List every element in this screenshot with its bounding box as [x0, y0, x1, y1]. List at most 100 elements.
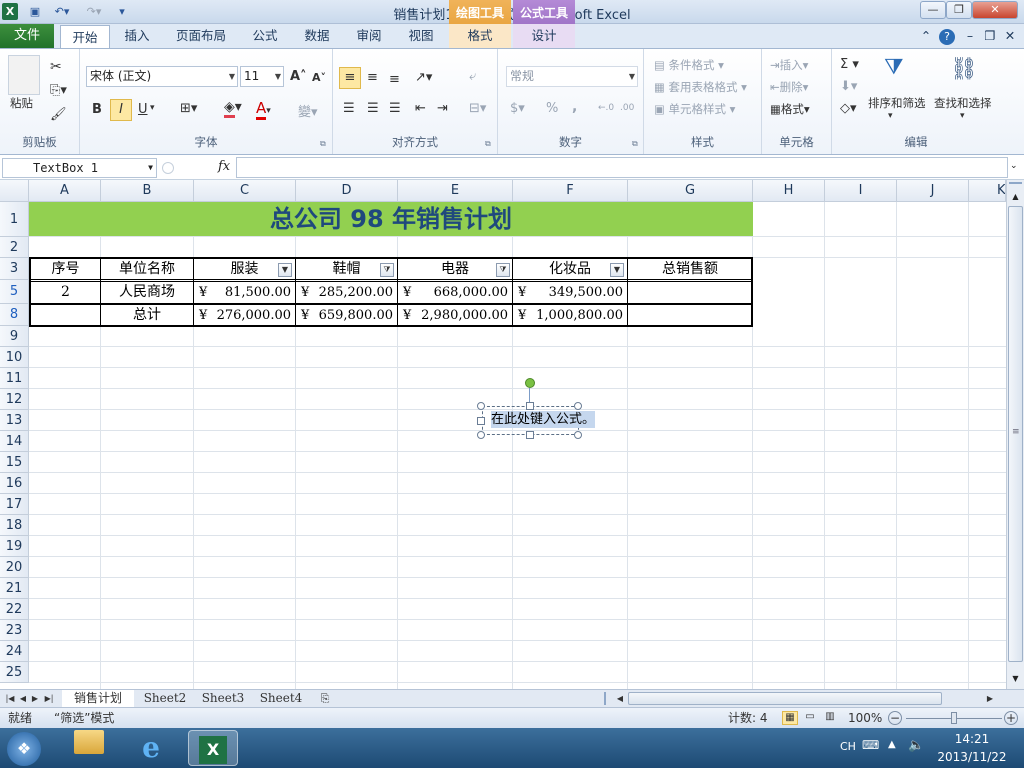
- tab-file[interactable]: 文件: [0, 24, 54, 48]
- insert-function-button[interactable]: fx: [218, 159, 230, 174]
- scroll-right-icon[interactable]: ▶: [984, 690, 996, 707]
- prev-sheet-icon[interactable]: ◀: [18, 690, 28, 707]
- header-total-sales[interactable]: 总销售额: [628, 259, 752, 279]
- scroll-down-icon[interactable]: ▼: [1009, 674, 1022, 683]
- number-dialog-launcher-icon[interactable]: ⧉: [632, 139, 638, 149]
- tab-review[interactable]: 审阅: [346, 24, 392, 48]
- tab-home[interactable]: 开始: [60, 25, 110, 49]
- row-header-14[interactable]: 14: [0, 431, 29, 452]
- resize-handle-icon[interactable]: [574, 431, 582, 439]
- row-header-17[interactable]: 17: [0, 494, 29, 515]
- row-header-3[interactable]: 3: [0, 258, 29, 280]
- bold-button[interactable]: B: [92, 102, 102, 117]
- first-sheet-icon[interactable]: |◀: [4, 690, 16, 707]
- workbook-close-icon[interactable]: ✕: [1002, 24, 1018, 48]
- row-header-10[interactable]: 10: [0, 347, 29, 368]
- orientation-icon[interactable]: ↗▾: [415, 70, 432, 85]
- find-select-dropdown-icon[interactable]: ▾: [960, 111, 965, 121]
- row-header-15[interactable]: 15: [0, 452, 29, 473]
- row-header-1[interactable]: 1: [0, 202, 29, 237]
- clear-icon[interactable]: ◇▾: [840, 101, 857, 116]
- cell-styles-button[interactable]: ▣ 单元格样式 ▾: [654, 101, 735, 117]
- restore-button[interactable]: ❐: [946, 1, 972, 19]
- zoom-in-icon[interactable]: +: [1004, 711, 1018, 725]
- shrink-font-icon[interactable]: A˅: [312, 71, 326, 84]
- zoom-level[interactable]: 100%: [848, 708, 882, 728]
- header-unit-name[interactable]: 单位名称: [101, 259, 193, 279]
- clock-date[interactable]: 2013/11/22: [932, 750, 1012, 764]
- clock-time[interactable]: 14:21: [944, 732, 1000, 746]
- cut-icon[interactable]: ✂: [50, 59, 62, 75]
- header-seq[interactable]: 序号: [31, 259, 100, 279]
- column-header-a[interactable]: A: [29, 180, 101, 202]
- tab-data[interactable]: 数据: [294, 24, 340, 48]
- name-box-dropdown-icon[interactable]: ▼: [148, 159, 153, 177]
- split-box-icon[interactable]: [1009, 182, 1022, 190]
- merge-center-icon[interactable]: ⊟▾: [469, 101, 486, 116]
- cell-f8[interactable]: ¥1,000,800.00: [513, 305, 627, 326]
- tab-format[interactable]: 格式: [449, 24, 511, 48]
- cell-a5[interactable]: 2: [31, 282, 100, 303]
- find-select-icon[interactable]: ⛓: [950, 57, 978, 87]
- next-sheet-icon[interactable]: ▶: [30, 690, 40, 707]
- paste-button[interactable]: 粘贴: [10, 95, 33, 111]
- cell-e8[interactable]: ¥2,980,000.00: [398, 305, 512, 326]
- accounting-format-icon[interactable]: $▾: [510, 101, 525, 116]
- expand-formula-bar-icon[interactable]: ⌄: [1010, 161, 1018, 171]
- vertical-scroll-thumb[interactable]: ≡: [1008, 206, 1023, 662]
- sort-filter-dropdown-icon[interactable]: ▾: [888, 111, 893, 121]
- increase-decimal-icon[interactable]: ←.0: [598, 103, 614, 113]
- horizontal-scroll-thumb[interactable]: [628, 692, 942, 705]
- zoom-out-icon[interactable]: −: [888, 711, 902, 725]
- align-middle-icon[interactable]: ≡: [367, 70, 378, 85]
- column-header-k[interactable]: K: [969, 180, 1006, 202]
- conditional-formatting-button[interactable]: ▤ 条件格式 ▾: [654, 57, 724, 73]
- sheet-tab-sales-plan[interactable]: 销售计划: [62, 690, 134, 707]
- column-header-d[interactable]: D: [296, 180, 398, 202]
- row-header-20[interactable]: 20: [0, 557, 29, 578]
- number-format-select[interactable]: 常规 ▼: [506, 66, 638, 87]
- row-header-12[interactable]: 12: [0, 389, 29, 410]
- normal-view-icon[interactable]: ▦: [782, 711, 798, 725]
- filter-active-appliances-icon[interactable]: ⧩: [496, 263, 510, 277]
- underline-dropdown-icon[interactable]: ▾: [150, 103, 155, 113]
- insert-cells-button[interactable]: ⇥插入▾: [770, 57, 808, 73]
- ie-taskbar-icon[interactable]: e: [126, 730, 176, 766]
- format-painter-icon[interactable]: 🖌: [50, 107, 67, 122]
- align-top-icon[interactable]: ≡: [339, 67, 361, 89]
- delete-cells-button[interactable]: ⇤删除▾: [770, 79, 808, 95]
- insert-sheet-icon[interactable]: ⎘: [314, 690, 336, 707]
- format-as-table-button[interactable]: ▦ 套用表格格式 ▾: [654, 79, 747, 95]
- column-header-f[interactable]: F: [513, 180, 628, 202]
- column-header-b[interactable]: B: [101, 180, 194, 202]
- last-sheet-icon[interactable]: ▶|: [42, 690, 56, 707]
- decrease-decimal-icon[interactable]: .00: [620, 103, 634, 113]
- font-size-select[interactable]: 11 ▼: [240, 66, 284, 87]
- cell-c5[interactable]: ¥81,500.00: [194, 282, 295, 303]
- align-right-icon[interactable]: ☰: [389, 101, 401, 116]
- tab-view[interactable]: 视图: [398, 24, 444, 48]
- align-center-icon[interactable]: ☰: [367, 101, 379, 116]
- find-select-button[interactable]: 查找和选择: [934, 95, 992, 111]
- input-language[interactable]: CH: [840, 740, 856, 753]
- resize-handle-icon[interactable]: [574, 402, 582, 410]
- sort-filter-button[interactable]: 排序和筛选: [868, 95, 926, 111]
- percent-button[interactable]: %: [546, 101, 558, 116]
- row-header-8[interactable]: 8: [0, 304, 29, 326]
- filter-dropdown-clothing-icon[interactable]: ▼: [278, 263, 292, 277]
- tray-expand-icon[interactable]: ▲: [888, 739, 896, 750]
- sheet-tab-sheet3[interactable]: Sheet3: [196, 690, 250, 707]
- select-all-corner[interactable]: [0, 180, 29, 202]
- row-header-23[interactable]: 23: [0, 620, 29, 641]
- row-header-13[interactable]: 13: [0, 410, 29, 431]
- row-header-24[interactable]: 24: [0, 641, 29, 662]
- explorer-taskbar-icon[interactable]: [64, 730, 114, 766]
- alignment-dialog-launcher-icon[interactable]: ⧉: [485, 139, 491, 149]
- underline-button[interactable]: U: [138, 102, 148, 117]
- zoom-slider-thumb[interactable]: [951, 712, 957, 724]
- scroll-up-icon[interactable]: ▲: [1009, 192, 1022, 201]
- row-header-18[interactable]: 18: [0, 515, 29, 536]
- formula-input[interactable]: [236, 157, 1008, 178]
- minimize-button[interactable]: —: [920, 1, 946, 19]
- tab-insert[interactable]: 插入: [114, 24, 160, 48]
